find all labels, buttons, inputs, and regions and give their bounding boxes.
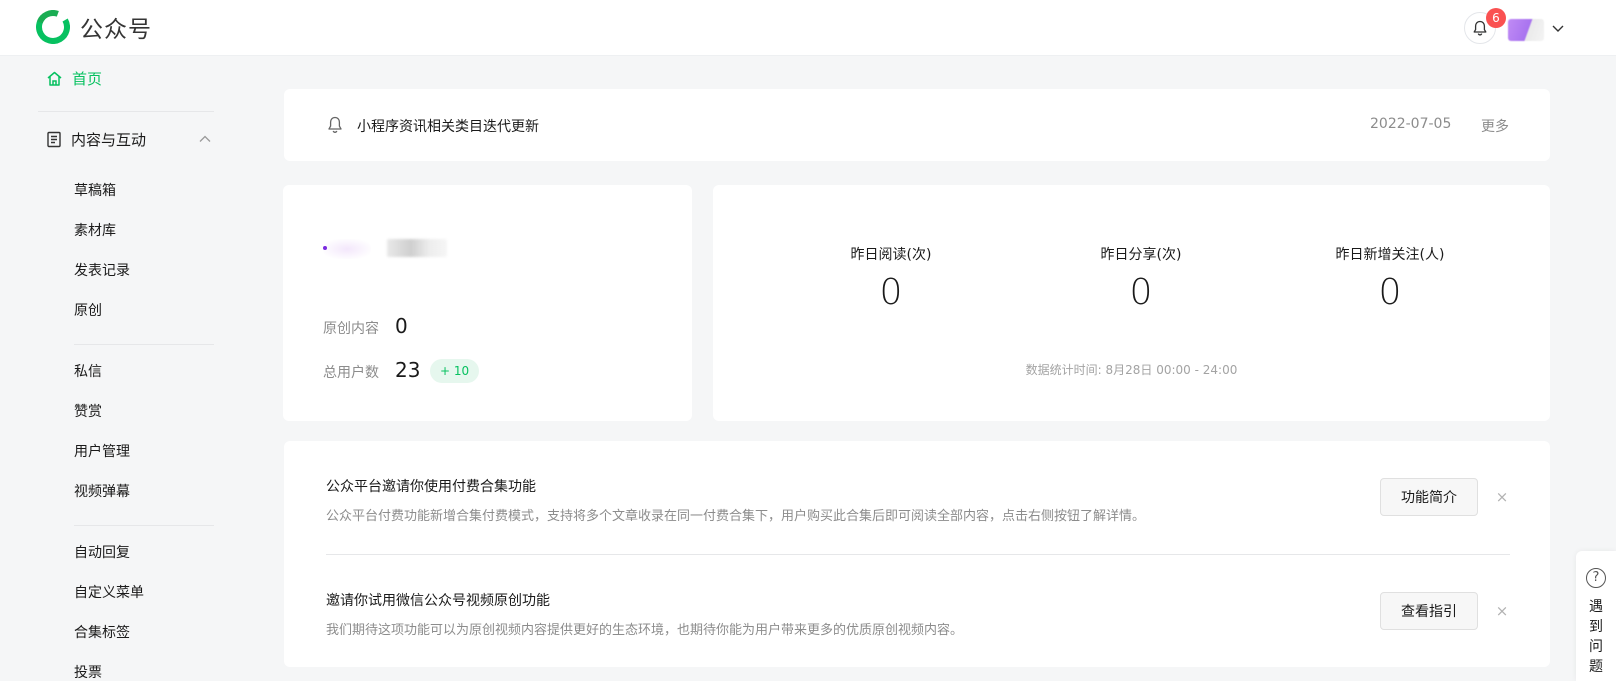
user-avatar[interactable]	[1508, 19, 1544, 41]
invitation-description: 公众平台付费功能新增合集付费模式，支持将多个文章收录在同一付费合集下，用户购买此…	[326, 509, 1146, 524]
sidebar-item-collection-tags[interactable]: 合集标签	[74, 622, 130, 642]
sidebar-item-custom-menu[interactable]: 自定义菜单	[74, 582, 144, 602]
invitation-title: 公众平台邀请你使用付费合集功能	[326, 479, 536, 495]
sidebar-item-polls[interactable]: 投票	[74, 662, 102, 681]
notice-more-link[interactable]: 更多	[1481, 116, 1509, 136]
sidebar-divider	[38, 111, 214, 112]
sidebar-group-content-interaction[interactable]: 内容与互动	[46, 129, 212, 150]
metric-value: 0	[1129, 272, 1153, 313]
sidebar: 首页 内容与互动 草稿箱 素材库 发表记录 原创 私信 赞赏 用户管理 视频弹幕…	[0, 56, 230, 681]
notice-date: 2022-07-05	[1370, 116, 1452, 132]
invitation-paid-collection: 公众平台邀请你使用付费合集功能 公众平台付费功能新增合集付费模式，支持将多个文章…	[326, 476, 1326, 524]
chevron-up-icon[interactable]	[198, 132, 212, 146]
stats-time-footnote: 数据统计时间: 8月28日 00:00 - 24:00	[1025, 363, 1238, 377]
users-growth-badge: + 10	[430, 359, 480, 383]
invitation-divider	[326, 554, 1510, 555]
account-name-redacted	[387, 239, 447, 257]
sidebar-item-messages[interactable]: 私信	[74, 361, 102, 381]
metric-value: 0	[1378, 272, 1402, 313]
help-label-char: 问	[1589, 639, 1603, 655]
help-floating-button[interactable]: ? 遇 到 问 题	[1576, 551, 1616, 681]
invitation-video-original: 邀请你试用微信公众号视频原创功能 我们期待这项功能可以为原创视频内容提供更好的生…	[326, 590, 1326, 638]
logo[interactable]: 公众号	[36, 10, 152, 44]
metric-new-followers: 昨日新增关注(人) 0	[1280, 244, 1500, 313]
invitation-description: 我们期待这项功能可以为原创视频内容提供更好的生态环境，也期待你能为用户带来更多的…	[326, 623, 964, 638]
sidebar-item-rewards[interactable]: 赞赏	[74, 401, 102, 421]
bell-icon	[328, 116, 342, 133]
help-label-char: 到	[1589, 619, 1603, 635]
home-icon	[47, 71, 62, 86]
close-icon[interactable]: ×	[1495, 490, 1509, 505]
sidebar-item-publish-history[interactable]: 发表记录	[74, 260, 130, 280]
metric-value: 0	[879, 272, 903, 313]
help-label: 遇 到 问 题	[1576, 597, 1616, 677]
document-icon	[47, 131, 61, 148]
sidebar-item-label: 首页	[72, 70, 103, 88]
help-label-char: 题	[1589, 659, 1603, 675]
metric-shares: 昨日分享(次) 0	[1031, 244, 1251, 313]
chevron-down-icon[interactable]	[1550, 20, 1566, 36]
total-users-label: 总用户数	[323, 365, 379, 381]
wechat-mp-logo-icon	[36, 10, 70, 44]
metric-label: 昨日分享(次)	[1100, 247, 1182, 263]
app-name: 公众号	[80, 17, 152, 43]
notice-card: 小程序资讯相关类目迭代更新 2022-07-05 更多	[284, 89, 1550, 161]
sidebar-item-drafts[interactable]: 草稿箱	[74, 180, 116, 200]
top-header: 公众号 6	[0, 0, 1616, 56]
original-content-value: 0	[395, 314, 408, 338]
metric-reads: 昨日阅读(次) 0	[781, 244, 1001, 313]
view-guide-button[interactable]: 查看指引	[1380, 592, 1478, 630]
sidebar-divider	[74, 344, 214, 345]
sidebar-group-label: 内容与互动	[71, 131, 147, 149]
question-icon: ?	[1586, 568, 1606, 588]
account-avatar	[323, 239, 371, 259]
metric-label: 昨日新增关注(人)	[1335, 247, 1445, 263]
sidebar-item-materials[interactable]: 素材库	[74, 220, 116, 240]
invitations-card: 公众平台邀请你使用付费合集功能 公众平台付费功能新增合集付费模式，支持将多个文章…	[284, 441, 1550, 667]
sidebar-divider	[74, 525, 214, 526]
sidebar-item-user-management[interactable]: 用户管理	[74, 441, 130, 461]
yesterday-stats-card: 昨日阅读(次) 0 昨日分享(次) 0 昨日新增关注(人) 0 数据统计时间: …	[713, 185, 1550, 421]
invitation-title: 邀请你试用微信公众号视频原创功能	[326, 593, 550, 609]
sidebar-item-video-danmaku[interactable]: 视频弹幕	[74, 481, 130, 501]
close-icon[interactable]: ×	[1495, 604, 1509, 619]
total-users-value: 23	[395, 358, 421, 382]
metric-label: 昨日阅读(次)	[850, 247, 932, 263]
feature-intro-button[interactable]: 功能简介	[1380, 478, 1478, 516]
help-label-char: 遇	[1589, 599, 1603, 615]
sidebar-item-auto-reply[interactable]: 自动回复	[74, 542, 130, 562]
sidebar-item-home[interactable]: 首页	[46, 68, 102, 89]
account-avatar-dot	[323, 246, 327, 250]
notification-count-badge: 6	[1486, 8, 1506, 28]
sidebar-item-original[interactable]: 原创	[74, 300, 102, 320]
account-card: 原创内容 0 总用户数 23 + 10	[283, 185, 692, 421]
notice-title-link[interactable]: 小程序资讯相关类目迭代更新	[357, 116, 539, 136]
original-content-label: 原创内容	[323, 321, 379, 337]
